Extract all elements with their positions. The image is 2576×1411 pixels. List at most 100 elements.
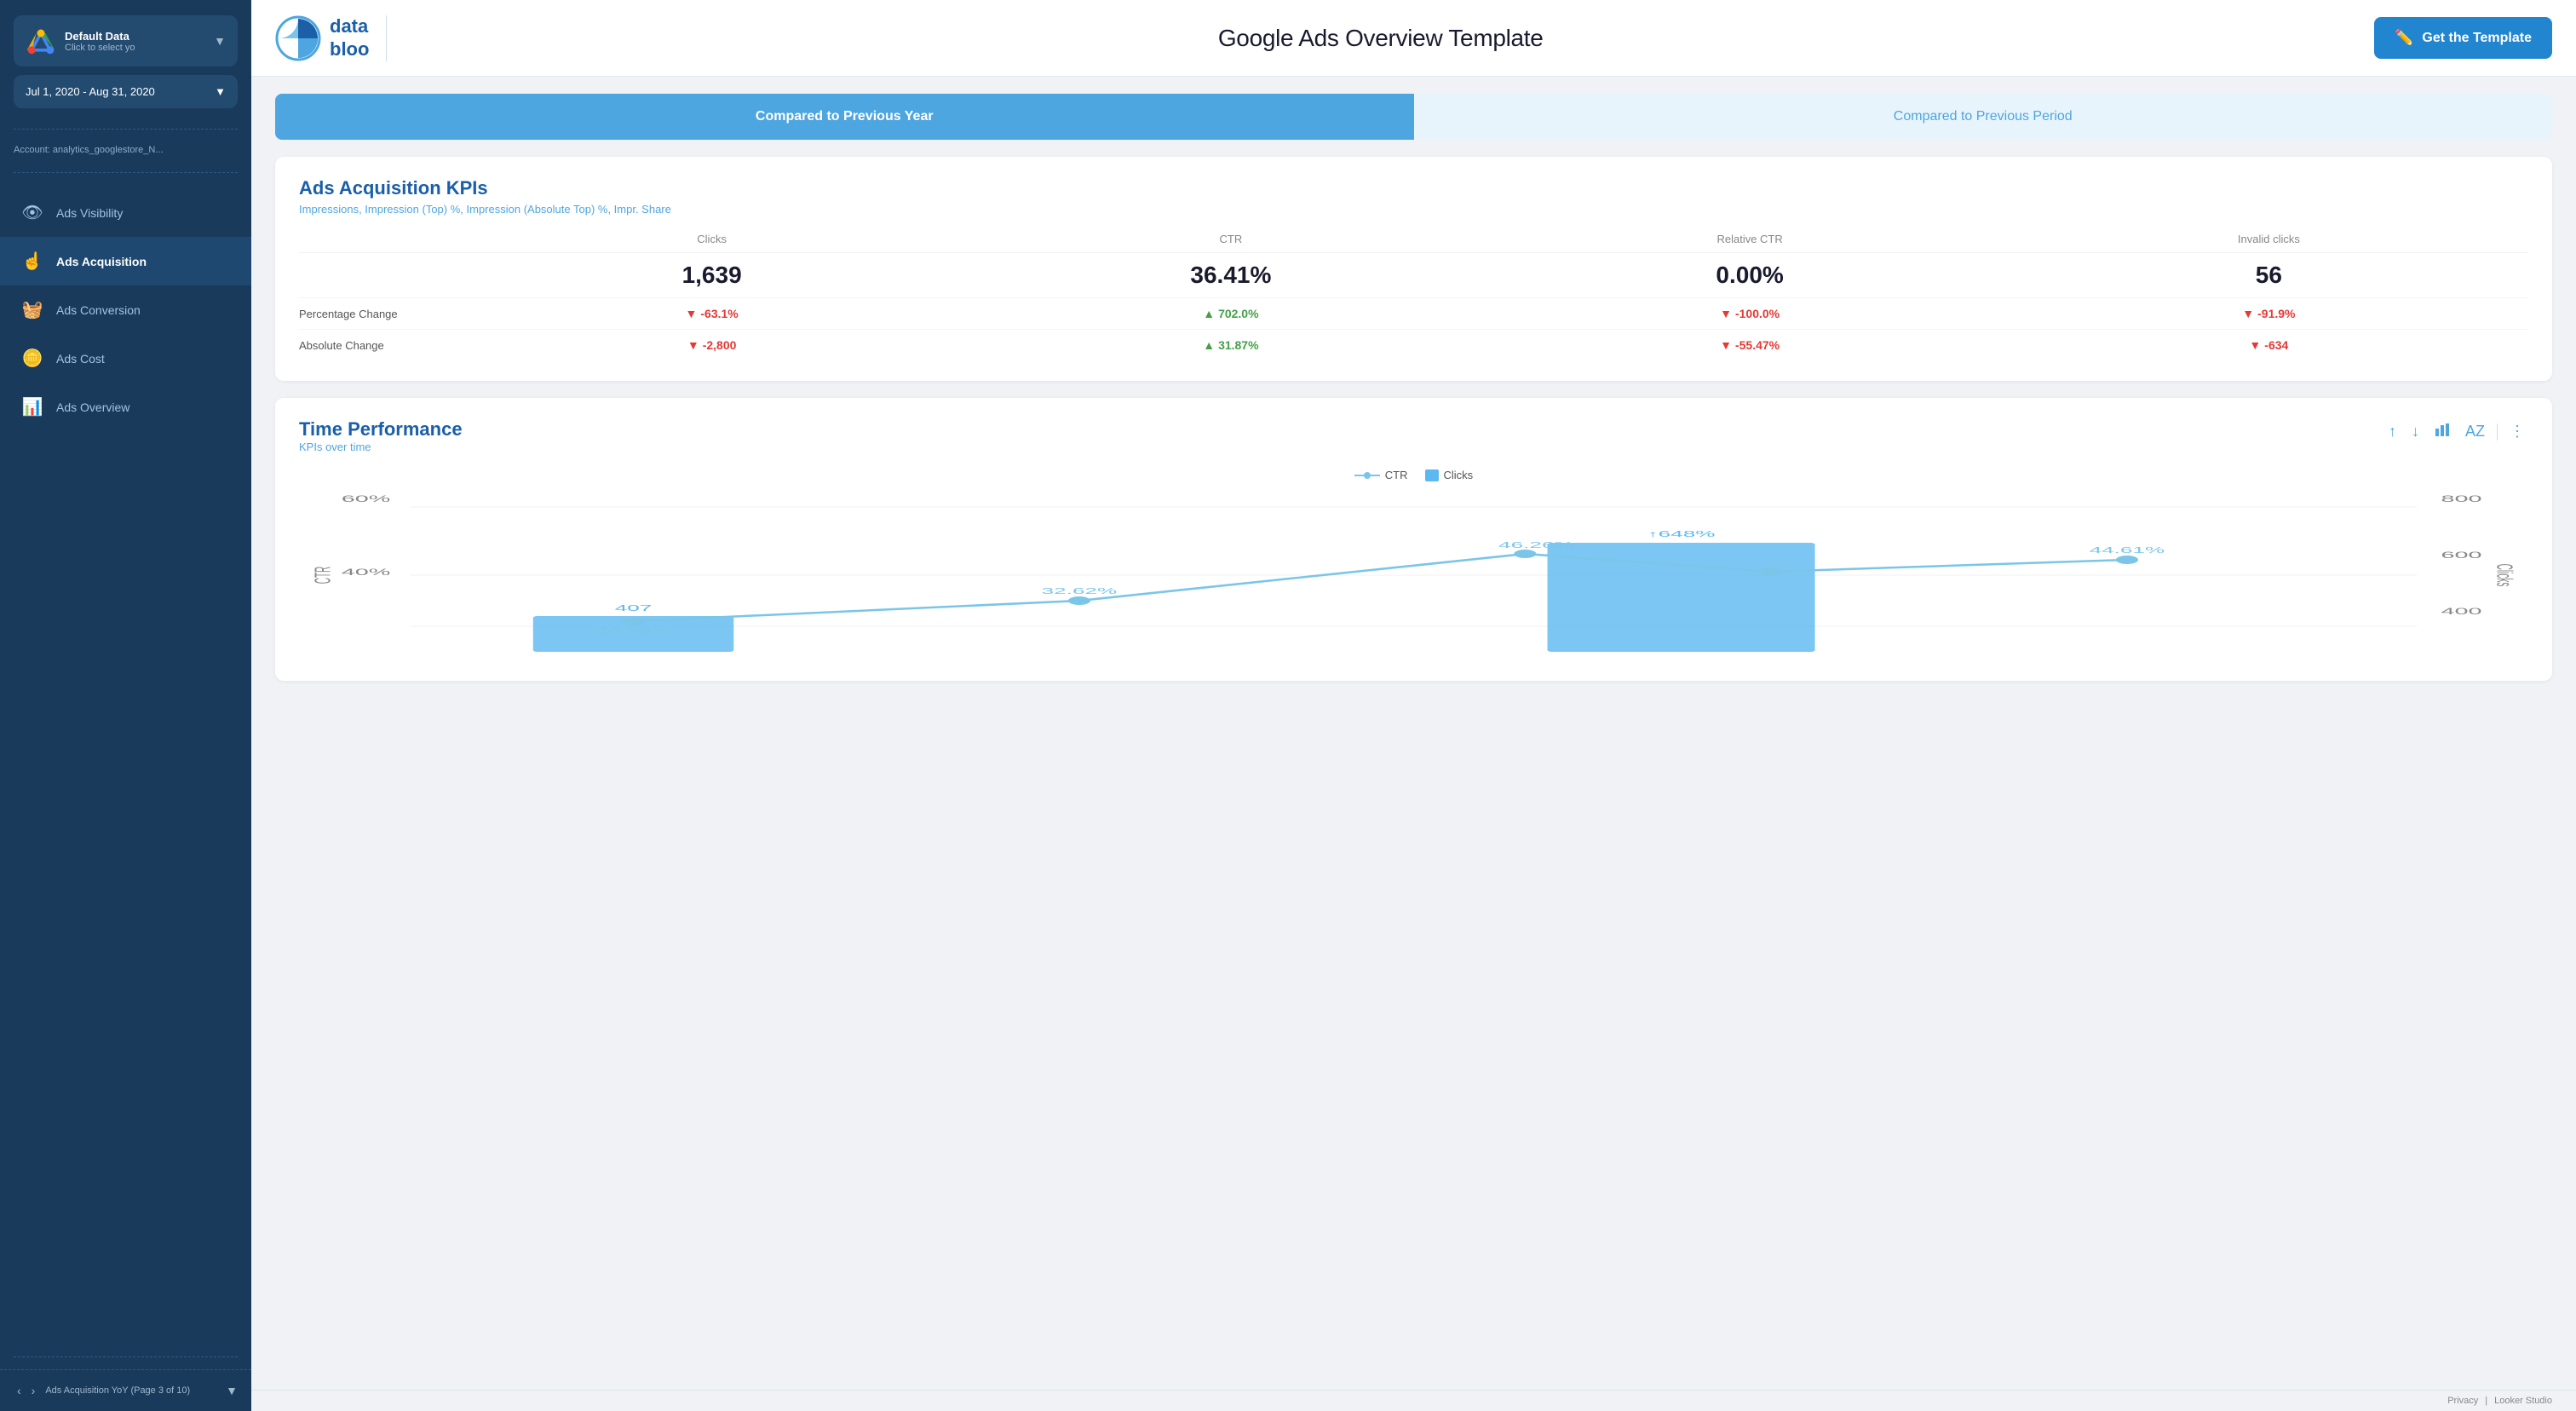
- kpi-col-clicks: Clicks: [452, 233, 971, 245]
- sidebar-nav: 👁 Ads Visibility ☝ Ads Acquisition 🧺 Ads…: [0, 181, 251, 1345]
- svg-text:CTR: CTR: [311, 567, 336, 585]
- svg-text:26.58%: 26.58%: [595, 625, 671, 635]
- get-template-label: Get the Template: [2422, 31, 2532, 46]
- sidebar-footer: ‹ › Ads Acquisition YoY (Page 3 of 10) ▼: [0, 1369, 251, 1411]
- footer-separator: |: [2485, 1396, 2487, 1406]
- visibility-icon: 👁: [20, 202, 44, 223]
- pct-change-invalid-value: -91.9%: [2257, 307, 2295, 320]
- pct-change-rctr-value: -100.0%: [1735, 307, 1780, 320]
- perf-controls: ↑ ↓ AZ ⋮: [2385, 418, 2528, 445]
- date-chevron-icon: ▼: [215, 85, 226, 98]
- kpi-percentage-change-row: Percentage Change ▼ -63.1% ▲ 702.0% ▼ -1…: [299, 297, 2528, 329]
- svg-text:400: 400: [2441, 606, 2481, 617]
- logo-bottom: bloo: [330, 38, 369, 60]
- perf-subtitle: KPIs over time: [299, 441, 463, 453]
- kpi-subtitle: Impressions, Impression (Top) %, Impress…: [299, 203, 2528, 216]
- abs-change-clicks-value: -2,800: [703, 338, 737, 352]
- kpi-card: Ads Acquisition KPIs Impressions, Impres…: [275, 157, 2552, 381]
- svg-text:407: 407: [615, 603, 653, 613]
- conversion-icon: 🧺: [20, 299, 44, 320]
- time-performance-card: Time Performance KPIs over time ↑ ↓ AZ: [275, 398, 2552, 681]
- svg-text:46.26%: 46.26%: [1498, 540, 1574, 550]
- databloo-logo-icon: [275, 15, 321, 61]
- chart-type-button[interactable]: [2431, 418, 2453, 445]
- abs-change-ctr-arrow: ▲: [1203, 338, 1215, 352]
- pct-change-invalid-arrow: ▼: [2242, 307, 2254, 320]
- looker-studio-label: Looker Studio: [2494, 1396, 2552, 1406]
- abs-change-clicks-arrow: ▼: [687, 338, 699, 352]
- kpi-main-values-row: - 1,639 36.41% 0.00% 56: [299, 256, 2528, 294]
- logo-top: data: [330, 15, 369, 37]
- sidebar-divider-3: [14, 1356, 238, 1357]
- acquisition-icon: ☝: [20, 251, 44, 272]
- top-header: data bloo Google Ads Overview Template ✏…: [251, 0, 2576, 77]
- legend-ctr: CTR: [1354, 469, 1408, 481]
- next-page-button[interactable]: ›: [28, 1380, 39, 1401]
- kpi-col-relative-ctr: Relative CTR: [1491, 233, 2010, 245]
- more-options-button[interactable]: ⋮: [2506, 419, 2528, 444]
- logo-area: data bloo: [275, 15, 387, 61]
- kpi-grid-header: Clicks CTR Relative CTR Invalid clicks: [299, 233, 2528, 253]
- svg-text:Clicks: Clicks: [2492, 564, 2516, 587]
- pct-change-invalid: ▼ -91.9%: [2010, 307, 2528, 320]
- tab-previous-period[interactable]: Compared to Previous Period: [1414, 94, 2553, 140]
- sort-alpha-button[interactable]: AZ: [2462, 419, 2488, 444]
- perf-title: Time Performance: [299, 418, 463, 441]
- legend-clicks: Clicks: [1425, 469, 1474, 481]
- kpi-main-empty: -: [299, 256, 452, 294]
- page-indicator: Ads Acquisition YoY (Page 3 of 10): [45, 1385, 219, 1396]
- pct-change-rctr-arrow: ▼: [1720, 307, 1732, 320]
- comparison-tabs: Compared to Previous Year Compared to Pr…: [275, 94, 2552, 140]
- legend-bar-icon: [1425, 469, 1439, 481]
- perf-title-area: Time Performance KPIs over time: [299, 418, 463, 465]
- sidebar-divider-2: [14, 172, 238, 173]
- sidebar-item-ads-overview[interactable]: 📊 Ads Overview: [0, 383, 251, 431]
- content-area: Compared to Previous Year Compared to Pr…: [251, 77, 2576, 1390]
- bar-chart-icon: [2435, 422, 2450, 437]
- kpi-value-clicks: 1,639: [452, 256, 971, 294]
- account-value-text: analytics_googlestore_N...: [53, 145, 164, 155]
- svg-text:800: 800: [2441, 493, 2481, 504]
- svg-text:40%: 40%: [342, 567, 391, 578]
- abs-change-rctr-arrow: ▼: [1720, 338, 1732, 352]
- kpi-title: Ads Acquisition KPIs: [299, 177, 2528, 199]
- sidebar-item-ads-visibility-label: Ads Visibility: [56, 206, 123, 220]
- main-content: data bloo Google Ads Overview Template ✏…: [251, 0, 2576, 1411]
- sort-desc-button[interactable]: ↓: [2408, 419, 2423, 444]
- abs-change-ctr: ▲ 31.87%: [971, 338, 1490, 352]
- account-selector[interactable]: Default Data Click to select yo ▼: [14, 15, 238, 66]
- sidebar-item-ads-visibility[interactable]: 👁 Ads Visibility: [0, 188, 251, 237]
- kpi-value-relative-ctr: 0.00%: [1491, 256, 2010, 294]
- sidebar-item-ads-acquisition[interactable]: ☝ Ads Acquisition: [0, 237, 251, 285]
- abs-change-clicks: ▼ -2,800: [452, 338, 971, 352]
- page-title: Google Ads Overview Template: [404, 25, 2357, 52]
- pct-change-ctr: ▲ 702.0%: [971, 307, 1490, 320]
- pagination-arrows: ‹ ›: [14, 1380, 38, 1401]
- pct-change-relative-ctr: ▼ -100.0%: [1491, 307, 2010, 320]
- svg-text:600: 600: [2441, 550, 2481, 561]
- absolute-change-label: Absolute Change: [299, 339, 452, 352]
- chart-container: 60% 40% 800 600 400 CTR Clicks: [299, 490, 2528, 660]
- prev-page-button[interactable]: ‹: [14, 1380, 25, 1401]
- kpi-empty-header: [299, 233, 452, 245]
- perf-header: Time Performance KPIs over time ↑ ↓ AZ: [299, 418, 2528, 465]
- get-template-button[interactable]: ✏️ Get the Template: [2374, 17, 2552, 59]
- kpi-col-invalid-clicks: Invalid clicks: [2010, 233, 2528, 245]
- sidebar-item-ads-conversion-label: Ads Conversion: [56, 303, 141, 317]
- abs-change-invalid-value: -634: [2264, 338, 2288, 352]
- sort-asc-button[interactable]: ↑: [2385, 419, 2400, 444]
- svg-text:60%: 60%: [342, 493, 391, 504]
- legend-ctr-label: CTR: [1385, 469, 1408, 481]
- date-range-selector[interactable]: Jul 1, 2020 - Aug 31, 2020 ▼: [14, 75, 238, 108]
- tab-previous-year[interactable]: Compared to Previous Year: [275, 94, 1414, 140]
- sidebar-item-ads-conversion[interactable]: 🧺 Ads Conversion: [0, 285, 251, 334]
- footer-bar: Privacy | Looker Studio: [251, 1390, 2576, 1411]
- sidebar-item-ads-cost[interactable]: 🪙 Ads Cost: [0, 334, 251, 383]
- abs-change-invalid-arrow: ▼: [2249, 338, 2261, 352]
- pct-change-clicks-value: -63.1%: [700, 307, 738, 320]
- privacy-label: Privacy: [2447, 1396, 2478, 1406]
- legend-clicks-label: Clicks: [1444, 469, 1474, 481]
- google-ads-icon: [26, 26, 56, 56]
- pct-change-clicks: ▼ -63.1%: [452, 307, 971, 320]
- overview-icon: 📊: [20, 396, 44, 418]
